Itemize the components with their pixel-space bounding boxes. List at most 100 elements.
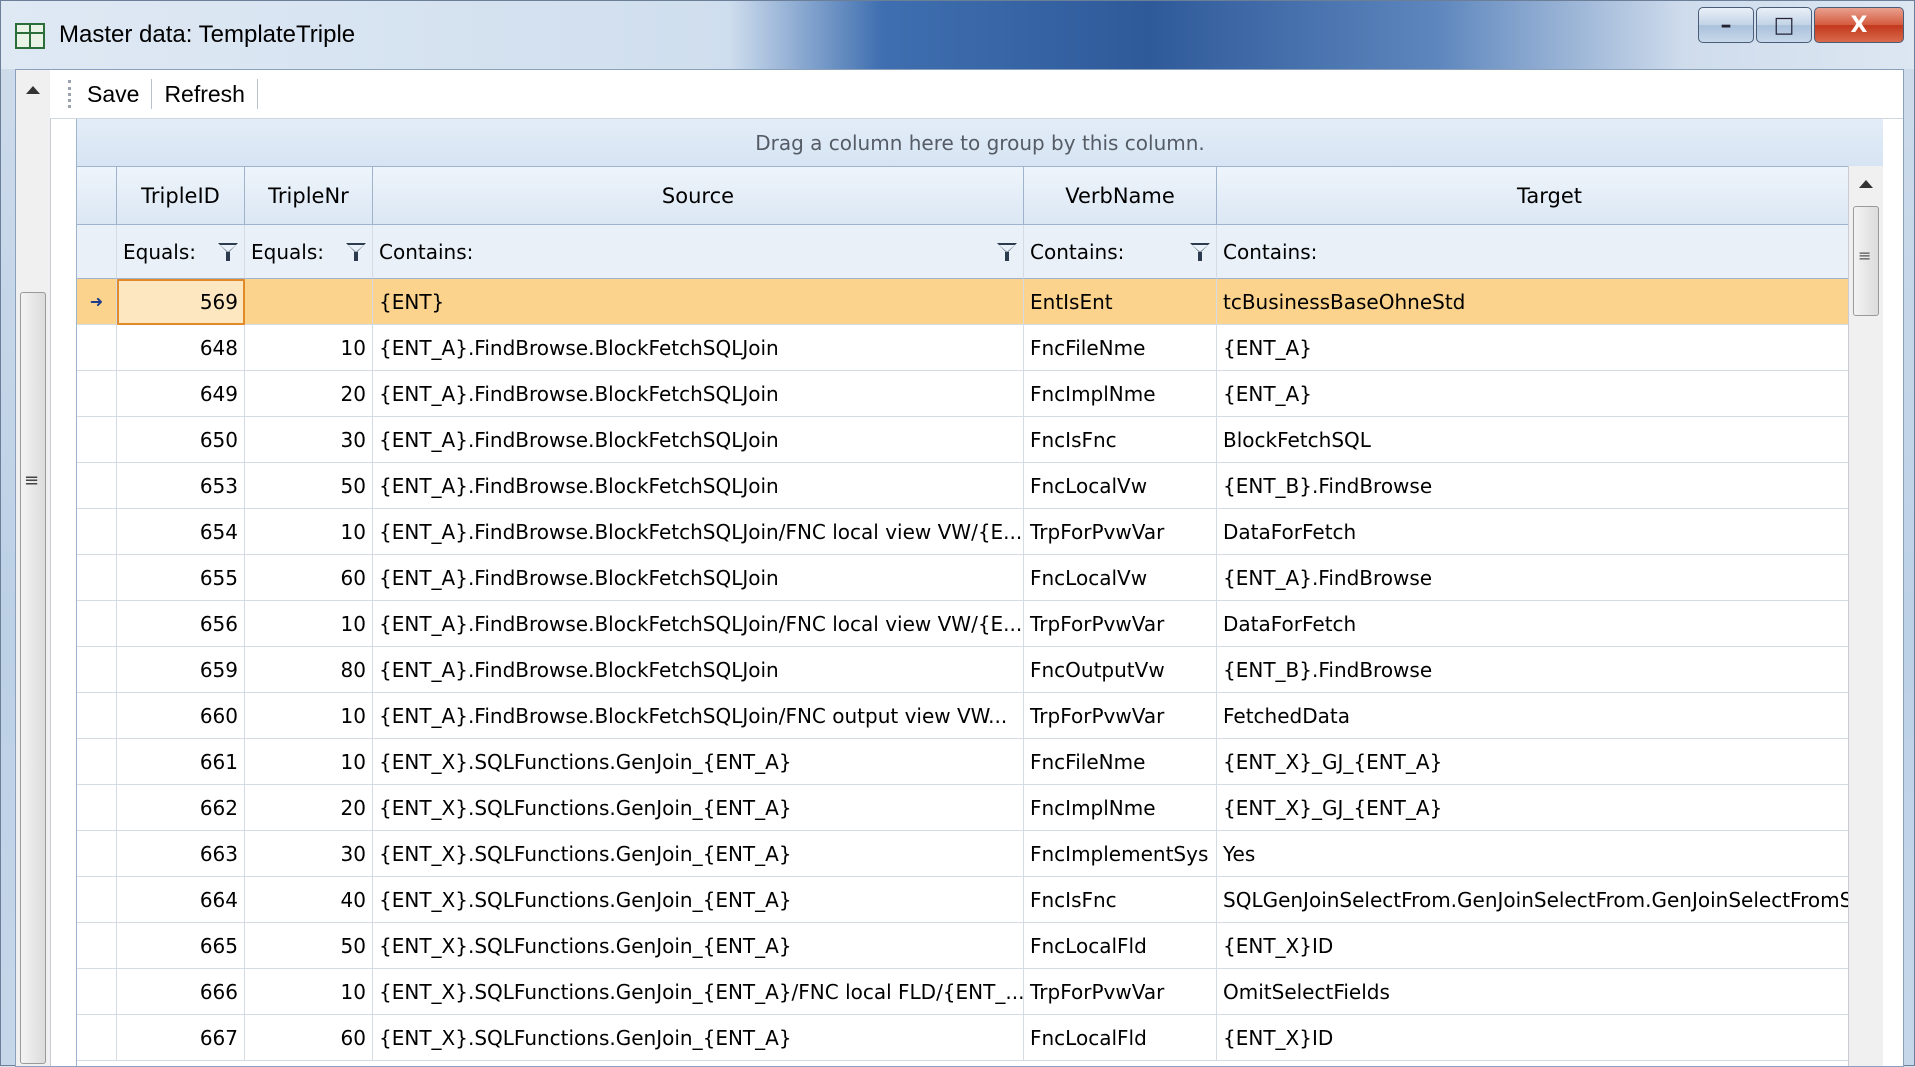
filter-funnel-icon[interactable] [346,242,366,262]
cell-tripleid[interactable]: 662 [117,785,245,831]
cell-source[interactable]: {ENT_A}.FindBrowse.BlockFetchSQLJoin [373,371,1024,417]
table-row[interactable]: 655 60 {ENT_A}.FindBrowse.BlockFetchSQLJoi… [77,555,1883,601]
column-header-tripleid[interactable]: TripleID [117,167,245,225]
filter-funnel-icon[interactable] [1190,242,1210,262]
row-indicator[interactable] [77,509,117,555]
cell-source[interactable]: {ENT_A}.FindBrowse.BlockFetchSQLJoin [373,463,1024,509]
cell-tripleid[interactable]: 665 [117,923,245,969]
cell-target[interactable]: {ENT_B}.FindBrowse [1217,463,1883,509]
cell-verbname[interactable]: FncOutputVw [1024,647,1217,693]
cell-source[interactable]: {ENT_A}.FindBrowse.BlockFetchSQLJoin/FNC… [373,509,1024,555]
cell-target[interactable]: DataForFetch [1217,509,1883,555]
table-row[interactable]: 656 10 {ENT_A}.FindBrowse.BlockFetchSQLJoi… [77,601,1883,647]
row-indicator[interactable] [77,923,117,969]
row-indicator[interactable] [77,601,117,647]
row-indicator[interactable] [77,371,117,417]
row-indicator[interactable] [77,739,117,785]
cell-source[interactable]: {ENT} [373,279,1024,325]
row-indicator[interactable] [77,325,117,371]
scroll-thumb[interactable] [20,292,46,1064]
cell-tripleid[interactable]: 653 [117,463,245,509]
filter-cell-triplenr[interactable]: Equals: [245,225,373,279]
row-indicator[interactable] [77,785,117,831]
column-header-verbname[interactable]: VerbName [1024,167,1217,225]
cell-verbname[interactable]: TrpForPvwVar [1024,969,1217,1015]
save-button[interactable]: Save [75,81,151,108]
cell-target[interactable]: {ENT_B}.FindBrowse [1217,647,1883,693]
cell-triplenr[interactable]: 50 [245,923,373,969]
cell-tripleid[interactable]: 569 [117,279,245,325]
cell-target[interactable]: {ENT_X}_GJ_{ENT_A} [1217,739,1883,785]
cell-source[interactable]: {ENT_A}.FindBrowse.BlockFetchSQLJoin [373,417,1024,463]
filter-funnel-icon[interactable] [997,242,1017,262]
cell-source[interactable]: {ENT_X}.SQLFunctions.GenJoin_{ENT_A} [373,923,1024,969]
table-row[interactable]: 664 40 {ENT_X}.SQLFunctions.GenJoin_{ENT_A… [77,877,1883,923]
cell-tripleid[interactable]: 648 [117,325,245,371]
maximize-button[interactable]: □ [1756,7,1812,43]
cell-target[interactable]: BlockFetchSQL [1217,417,1883,463]
cell-verbname[interactable]: FncIsFnc [1024,877,1217,923]
table-row[interactable]: 667 60 {ENT_X}.SQLFunctions.GenJoin_{ENT_A… [77,1015,1883,1061]
table-row[interactable]: 653 50 {ENT_A}.FindBrowse.BlockFetchSQLJoi… [77,463,1883,509]
cell-triplenr[interactable]: 50 [245,463,373,509]
scroll-up-arrow-icon[interactable] [26,86,40,94]
cell-tripleid[interactable]: 655 [117,555,245,601]
row-indicator[interactable] [77,647,117,693]
table-row[interactable]: 666 10 {ENT_X}.SQLFunctions.GenJoin_{ENT_A… [77,969,1883,1015]
cell-tripleid[interactable]: 661 [117,739,245,785]
cell-target[interactable]: tcBusinessBaseOhneStd [1217,279,1883,325]
table-row[interactable]: 662 20 {ENT_X}.SQLFunctions.GenJoin_{ENT_A… [77,785,1883,831]
cell-verbname[interactable]: FncFileNme [1024,325,1217,371]
cell-verbname[interactable]: TrpForPvwVar [1024,693,1217,739]
close-button[interactable]: X [1814,7,1904,43]
cell-triplenr[interactable]: 60 [245,1015,373,1061]
cell-verbname[interactable]: FncImplNme [1024,371,1217,417]
row-indicator[interactable] [77,693,117,739]
cell-target[interactable]: {ENT_X}ID [1217,923,1883,969]
cell-source[interactable]: {ENT_A}.FindBrowse.BlockFetchSQLJoin [373,325,1024,371]
row-indicator[interactable] [77,1015,117,1061]
cell-triplenr[interactable] [245,279,373,325]
cell-triplenr[interactable]: 30 [245,831,373,877]
table-row[interactable]: ➜ 569 {ENT} EntIsEnt tcBusinessBaseOhneStd [77,279,1883,325]
filter-cell-source[interactable]: Contains: [373,225,1024,279]
grid-vertical-scrollbar[interactable]: ≡ [1848,166,1883,1066]
cell-source[interactable]: {ENT_A}.FindBrowse.BlockFetchSQLJoin [373,647,1024,693]
cell-target[interactable]: {ENT_A} [1217,371,1883,417]
row-indicator[interactable] [77,877,117,923]
cell-triplenr[interactable]: 80 [245,647,373,693]
cell-verbname[interactable]: TrpForPvwVar [1024,509,1217,555]
cell-target[interactable]: Yes [1217,831,1883,877]
cell-triplenr[interactable]: 10 [245,693,373,739]
cell-target[interactable]: FetchedData [1217,693,1883,739]
cell-source[interactable]: {ENT_X}.SQLFunctions.GenJoin_{ENT_A} [373,785,1024,831]
cell-target[interactable]: {ENT_X}ID [1217,1015,1883,1061]
cell-tripleid[interactable]: 659 [117,647,245,693]
column-header-source[interactable]: Source [373,167,1024,225]
cell-target[interactable]: OmitSelectFields [1217,969,1883,1015]
refresh-button[interactable]: Refresh [152,81,257,108]
cell-verbname[interactable]: FncFileNme [1024,739,1217,785]
cell-verbname[interactable]: FncIsFnc [1024,417,1217,463]
cell-source[interactable]: {ENT_X}.SQLFunctions.GenJoin_{ENT_A} [373,1015,1024,1061]
title-bar[interactable]: Master data: TemplateTriple – □ X [1,1,1914,69]
cell-target[interactable]: DataForFetch [1217,601,1883,647]
cell-triplenr[interactable]: 40 [245,877,373,923]
cell-verbname[interactable]: FncLocalVw [1024,463,1217,509]
row-indicator[interactable] [77,969,117,1015]
cell-source[interactable]: {ENT_X}.SQLFunctions.GenJoin_{ENT_A}/FNC… [373,969,1024,1015]
table-row[interactable]: 650 30 {ENT_A}.FindBrowse.BlockFetchSQLJoi… [77,417,1883,463]
row-indicator[interactable] [77,555,117,601]
table-row[interactable]: 649 20 {ENT_A}.FindBrowse.BlockFetchSQLJoi… [77,371,1883,417]
cell-verbname[interactable]: EntIsEnt [1024,279,1217,325]
cell-target[interactable]: {ENT_A} [1217,325,1883,371]
cell-triplenr[interactable]: 20 [245,785,373,831]
table-row[interactable]: 659 80 {ENT_A}.FindBrowse.BlockFetchSQLJoi… [77,647,1883,693]
cell-target[interactable]: {ENT_X}_GJ_{ENT_A} [1217,785,1883,831]
cell-triplenr[interactable]: 10 [245,601,373,647]
filter-cell-tripleid[interactable]: Equals: [117,225,245,279]
cell-triplenr[interactable]: 10 [245,509,373,555]
cell-source[interactable]: {ENT_X}.SQLFunctions.GenJoin_{ENT_A} [373,831,1024,877]
cell-triplenr[interactable]: 60 [245,555,373,601]
cell-source[interactable]: {ENT_A}.FindBrowse.BlockFetchSQLJoin/FNC… [373,693,1024,739]
